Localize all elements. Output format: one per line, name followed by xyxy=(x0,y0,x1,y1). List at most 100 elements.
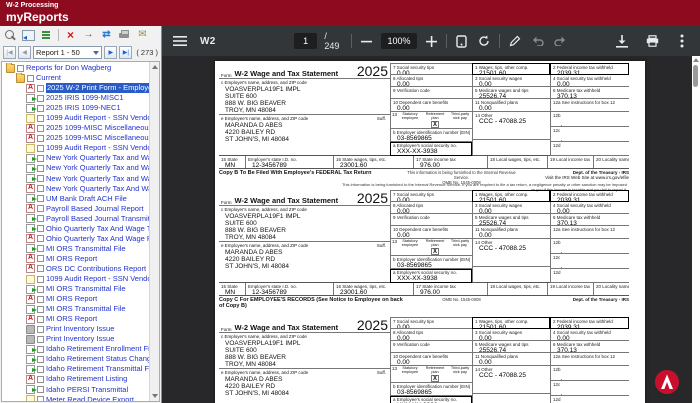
tree-item-checkbox[interactable] xyxy=(37,215,44,222)
scroll-down-icon[interactable] xyxy=(152,394,158,398)
tree-item[interactable]: 2025 IRIS 1099-MISC1 xyxy=(2,93,159,103)
tree-item[interactable]: New York Quarterly Tax And Wage xyxy=(2,184,159,194)
tree-item-checkbox[interactable] xyxy=(37,376,44,383)
tree-item-checkbox[interactable] xyxy=(37,115,44,122)
scroll-up-icon[interactable] xyxy=(152,65,158,69)
annotate-icon[interactable] xyxy=(507,33,523,49)
tree-item[interactable]: MI ORS Transmittal File xyxy=(2,304,159,314)
next-page-button[interactable]: ▶ xyxy=(104,46,117,59)
tree-item[interactable]: Idaho Retirement Transmittal File xyxy=(2,364,159,374)
tree-item-checkbox[interactable] xyxy=(37,135,44,142)
scroll-up-icon[interactable] xyxy=(693,58,699,62)
fit-page-icon[interactable] xyxy=(454,33,470,49)
tree-item-checkbox[interactable] xyxy=(37,265,44,272)
tree-item[interactable]: Idaho PERSI Transmittal xyxy=(2,385,159,395)
search-icon[interactable] xyxy=(3,28,18,42)
tree-item[interactable]: 2025 1099-MISC Miscellaneous Inc xyxy=(2,123,159,133)
tree-item[interactable]: ORS DC Contributions Report xyxy=(2,264,159,274)
delete-icon[interactable]: × xyxy=(63,28,78,42)
tree-item-checkbox[interactable] xyxy=(37,316,44,323)
report-range-select[interactable]: Report 1 - 50 xyxy=(33,46,102,59)
tree-item-checkbox[interactable] xyxy=(37,85,44,92)
tree-item[interactable]: Payroll Based Journal Report xyxy=(2,204,159,214)
tree-item-checkbox[interactable] xyxy=(37,326,44,333)
tree-item[interactable]: Ohio Quarterly Tax And Wage Repo xyxy=(2,234,159,244)
more-options-icon[interactable] xyxy=(674,33,690,49)
tree-view-icon[interactable] xyxy=(39,28,54,42)
zoom-out-button[interactable] xyxy=(359,33,375,49)
open-report-icon[interactable]: ◂ xyxy=(21,28,36,42)
tree-item-checkbox[interactable] xyxy=(37,125,44,132)
tree-item[interactable]: MI ORS Report xyxy=(2,314,159,324)
tree-item-checkbox[interactable] xyxy=(37,155,44,162)
tree-item-checkbox[interactable] xyxy=(37,386,44,393)
tree-item-checkbox[interactable] xyxy=(37,245,44,252)
tree-item-checkbox[interactable] xyxy=(37,356,44,363)
export-icon[interactable]: → xyxy=(81,28,96,42)
tree-item[interactable]: Print Inventory Issue xyxy=(2,334,159,344)
tree-item-checkbox[interactable] xyxy=(37,95,44,102)
tree-item-checkbox[interactable] xyxy=(37,276,44,283)
scrollbar-thumb[interactable] xyxy=(693,65,698,87)
tree-item[interactable]: New York Quarterly Tax and Wage xyxy=(2,174,159,184)
tree-item[interactable]: Ohio Quarterly Tax And Wage Tran xyxy=(2,224,159,234)
tree-item[interactable]: New York Quarterly Tax and Wage xyxy=(2,153,159,163)
tree-item[interactable]: Idaho Retirement Enrollment File xyxy=(2,344,159,354)
last-page-button[interactable]: ▶| xyxy=(119,46,132,59)
prev-page-button[interactable]: ◀ xyxy=(18,46,31,59)
tree-item[interactable]: MI ORS Transmittal File xyxy=(2,284,159,294)
tree-item[interactable]: Idaho Retirement Status Change Fi xyxy=(2,354,159,364)
tree-item[interactable]: 2025 1099-MISC Miscellaneous Inc xyxy=(2,133,159,143)
rotate-icon[interactable] xyxy=(477,33,493,49)
tree-item[interactable]: UM Bank Draft ACH File xyxy=(2,194,159,204)
adobe-acrobat-icon[interactable] xyxy=(654,369,680,395)
tree-item-checkbox[interactable] xyxy=(37,195,44,202)
tree-item-checkbox[interactable] xyxy=(37,255,44,262)
tree-item-checkbox[interactable] xyxy=(37,286,44,293)
tree-item-checkbox[interactable] xyxy=(37,396,44,402)
tree-item[interactable]: Reports for Don Wagberg xyxy=(2,63,159,73)
tree-item-checkbox[interactable] xyxy=(37,185,44,192)
refresh-icon[interactable]: ⇄ xyxy=(99,28,114,42)
tree-item[interactable]: MI ORS Report xyxy=(2,254,159,264)
tree-item[interactable]: MI ORS Report xyxy=(2,294,159,304)
tree-item-checkbox[interactable] xyxy=(37,296,44,303)
tree-item[interactable]: Idaho Retirement Listing xyxy=(2,374,159,384)
tree-item[interactable]: 1099 Audit Report - SSN Vendors N xyxy=(2,143,159,153)
tree-item-checkbox[interactable] xyxy=(37,105,44,112)
menu-icon[interactable] xyxy=(172,33,188,49)
pdf-scrollbar[interactable] xyxy=(692,56,700,403)
undo-icon[interactable] xyxy=(530,33,546,49)
tree-item[interactable]: Meter Read Device Export xyxy=(2,395,159,402)
tree-item-checkbox[interactable] xyxy=(37,366,44,373)
tree-scrollbar[interactable] xyxy=(149,62,159,401)
tree-item-checkbox[interactable] xyxy=(37,306,44,313)
tree-item-checkbox[interactable] xyxy=(17,65,24,72)
page-number-input[interactable]: 1 xyxy=(294,33,317,49)
tree-item[interactable]: 1099 Audit Report - SSN Vendors N xyxy=(2,113,159,123)
first-page-button[interactable]: |◀ xyxy=(3,46,16,59)
tree-item[interactable]: 1099 Audit Report - SSN Vendors N xyxy=(2,274,159,284)
tree-item-checkbox[interactable] xyxy=(27,75,34,82)
tree-item-checkbox[interactable] xyxy=(37,205,44,212)
tree-item-checkbox[interactable] xyxy=(37,165,44,172)
tree-item-checkbox[interactable] xyxy=(37,145,44,152)
redo-icon[interactable] xyxy=(552,33,568,49)
tree-item-checkbox[interactable] xyxy=(37,175,44,182)
tree-item-checkbox[interactable] xyxy=(37,346,44,353)
tree-item[interactable]: Current xyxy=(2,73,159,83)
tree-item[interactable]: 2025 IRIS 1099-NEC1 xyxy=(2,103,159,113)
tree-item[interactable]: Print Inventory Issue xyxy=(2,324,159,334)
print-icon[interactable] xyxy=(117,28,132,42)
zoom-in-button[interactable] xyxy=(424,33,440,49)
print-icon[interactable] xyxy=(644,33,660,49)
download-icon[interactable] xyxy=(614,33,630,49)
tree-item[interactable]: 2025 W-2 Print Form - Employee xyxy=(2,83,159,93)
tree-item[interactable]: Payroll Based Journal Transmittal F xyxy=(2,214,159,224)
tree-item-checkbox[interactable] xyxy=(37,336,44,343)
tree-item[interactable]: MI ORS Transmittal File xyxy=(2,244,159,254)
tree-item-checkbox[interactable] xyxy=(37,225,44,232)
tree-item-checkbox[interactable] xyxy=(37,235,44,242)
email-icon[interactable]: ✉ xyxy=(135,28,150,42)
tree-item[interactable]: New York Quarterly Tax and Wage xyxy=(2,163,159,173)
